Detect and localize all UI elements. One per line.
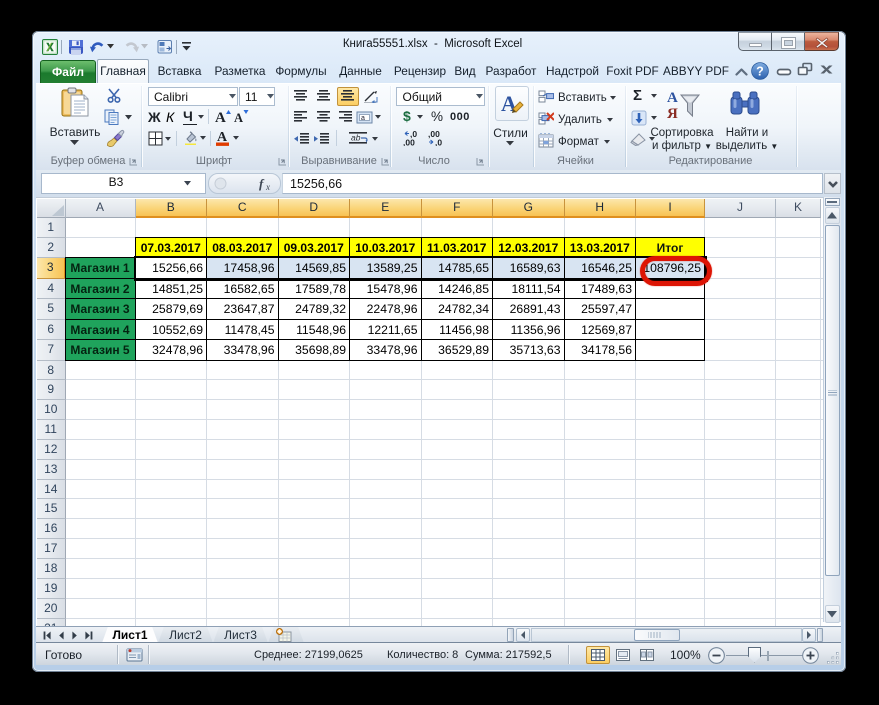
svg-text:Я: Я <box>667 106 678 121</box>
svg-text:A: A <box>215 110 226 125</box>
svg-text:A: A <box>234 111 243 125</box>
svg-text:f: f <box>259 176 265 191</box>
svg-text:,00: ,00 <box>403 138 415 147</box>
svg-text:?: ? <box>756 65 764 79</box>
svg-text:a: a <box>361 115 365 122</box>
svg-text:ab: ab <box>351 133 361 143</box>
svg-text:,0: ,0 <box>435 138 442 147</box>
svg-text:x: x <box>265 182 270 191</box>
svg-text:А: А <box>667 90 678 106</box>
